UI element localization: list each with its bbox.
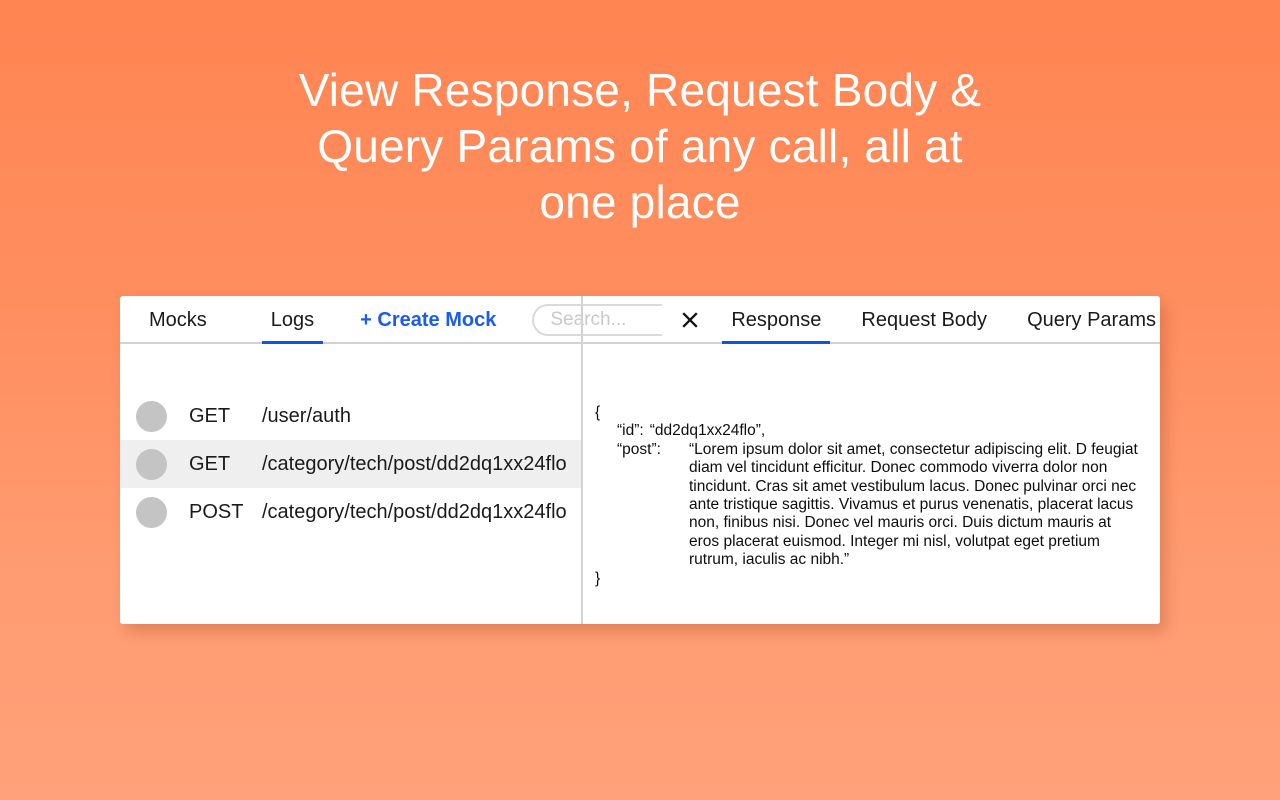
pane-divider (581, 296, 583, 624)
request-path: /category/tech/post/dd2dq1xx24flo (262, 500, 567, 523)
tab-request-body-label: Request Body (861, 308, 988, 331)
tab-query-params-label: Query Params (1027, 308, 1156, 331)
window-body: GET /user/auth GET /category/tech/post/d… (120, 344, 1160, 624)
json-open-brace: { (595, 404, 601, 421)
json-value-post: “Lorem ipsum dolor sit amet, consectetur… (689, 440, 1138, 569)
right-pane: { “id”: “dd2dq1xx24flo”, “post”: “Lorem … (581, 344, 1160, 624)
json-key-id: “id”: (617, 422, 644, 440)
request-path: /category/tech/post/dd2dq1xx24flo (262, 452, 567, 475)
request-method: GET (189, 452, 231, 475)
tab-response[interactable]: Response (722, 297, 831, 345)
request-list: GET /user/auth GET /category/tech/post/d… (120, 392, 581, 624)
close-icon[interactable] (679, 309, 701, 331)
table-row[interactable]: GET /user/auth (120, 392, 581, 440)
status-dot-icon (136, 400, 167, 432)
json-key-post: “post”: (617, 440, 661, 458)
status-dot-icon (136, 448, 167, 480)
tab-mocks-label: Mocks (149, 308, 207, 331)
json-field-id: “id”: “dd2dq1xx24flo”, (595, 422, 1144, 440)
json-field-post: “post”: “Lorem ipsum dolor sit amet, con… (595, 441, 1144, 570)
tab-logs[interactable]: Logs (261, 297, 324, 344)
tab-response-label: Response (731, 308, 822, 331)
tab-query-params[interactable]: Query Params (1023, 297, 1160, 343)
search-input[interactable] (548, 308, 663, 332)
request-method: GET (189, 404, 231, 427)
app-window: Mocks Logs + Create Mock Response (120, 296, 1160, 624)
tab-logs-label: Logs (270, 308, 315, 331)
table-row[interactable]: POST /category/tech/post/dd2dq1xx24flo (120, 488, 581, 536)
create-mock-button[interactable]: + Create Mock (360, 309, 496, 332)
tab-mocks[interactable]: Mocks (145, 297, 211, 343)
request-method: POST (189, 500, 244, 523)
search-box[interactable] (532, 304, 663, 336)
page-title: View Response, Request Body & Query Para… (298, 64, 982, 228)
status-dot-icon (136, 496, 167, 528)
json-value-id: “dd2dq1xx24flo”, (649, 422, 766, 440)
json-close-brace: } (595, 569, 601, 587)
window-header: Mocks Logs + Create Mock Response (120, 296, 1160, 345)
table-row[interactable]: GET /category/tech/post/dd2dq1xx24flo (120, 440, 581, 488)
left-pane: GET /user/auth GET /category/tech/post/d… (120, 344, 581, 624)
response-viewer: { “id”: “dd2dq1xx24flo”, “post”: “Lorem … (581, 392, 1160, 624)
tab-request-body[interactable]: Request Body (857, 297, 991, 343)
right-pane-header: Response Request Body Query Params (662, 296, 1160, 345)
request-path: /user/auth (262, 404, 351, 427)
